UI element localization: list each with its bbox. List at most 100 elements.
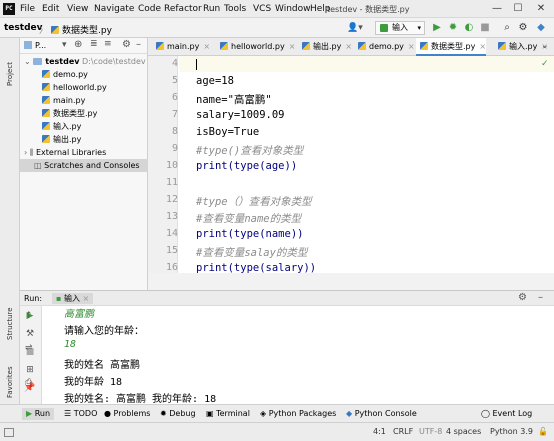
- tab-demo[interactable]: demo.py ×: [354, 38, 415, 56]
- tab-main[interactable]: main.py ×: [152, 38, 210, 56]
- hide-icon[interactable]: –: [136, 39, 141, 50]
- close-icon[interactable]: ×: [345, 42, 352, 51]
- tree-scratches-label: Scratches and Consoles: [44, 161, 140, 170]
- scroll-up-icon[interactable]: ↑: [25, 311, 33, 321]
- tool-tab-event-log[interactable]: ◯ Event Log: [481, 408, 532, 420]
- close-icon[interactable]: ×: [408, 42, 415, 51]
- console-output[interactable]: 高富鹏 请输入您的年龄： 18 我的姓名 高富鹏 我的年龄 18 我的姓名: 高…: [42, 306, 554, 404]
- menu-window[interactable]: Window: [275, 4, 311, 14]
- chevron-down-icon[interactable]: ▾: [62, 40, 67, 50]
- tool-tab-debug[interactable]: ✹ Debug: [160, 408, 196, 420]
- file-encoding[interactable]: UTF-8: [419, 427, 442, 436]
- structure-tool-tab[interactable]: Structure: [6, 307, 14, 340]
- run-config-tab[interactable]: ▪ 输入 ×: [52, 293, 94, 304]
- menu-navigate[interactable]: Navigate: [94, 4, 134, 14]
- run-config-icon: [380, 24, 388, 32]
- expand-all-icon[interactable]: ≣: [90, 39, 98, 49]
- jetbrains-icon[interactable]: ◆: [534, 21, 548, 35]
- menu-tools[interactable]: Tools: [224, 4, 246, 14]
- tree-file[interactable]: demo.py: [20, 68, 148, 81]
- breadcrumb-file[interactable]: 数据类型.py: [51, 23, 112, 36]
- menu-run[interactable]: Run: [203, 4, 220, 14]
- caret-position[interactable]: 4:1: [373, 427, 386, 436]
- user-icon[interactable]: 👤▾: [347, 23, 363, 33]
- print-icon[interactable]: ⎙: [25, 378, 32, 388]
- tab-input[interactable]: 输入.py ×: [494, 38, 548, 56]
- pycharm-logo-icon: PC: [3, 3, 15, 15]
- tool-tab-todo[interactable]: ☰ TODO: [64, 408, 97, 420]
- maximize-button[interactable]: ☐: [510, 2, 526, 16]
- project-view-select[interactable]: P...: [35, 41, 46, 50]
- console-line: 我的年龄 18: [64, 377, 123, 388]
- wrench-icon[interactable]: ⚒: [24, 328, 36, 340]
- layout-icon[interactable]: ⊞: [24, 364, 36, 376]
- close-icon[interactable]: ×: [203, 42, 210, 51]
- search-icon[interactable]: ⌕: [500, 21, 514, 35]
- tab-output[interactable]: 输出.py ×: [298, 38, 352, 56]
- tree-file[interactable]: 输入.py: [20, 120, 148, 133]
- line-number: 5: [171, 75, 178, 86]
- menu-view[interactable]: View: [67, 4, 88, 14]
- tree-file[interactable]: helloworld.py: [20, 81, 148, 94]
- tool-tab-python-console[interactable]: ◆ Python Console: [346, 408, 417, 420]
- tree-file-label: 输入.py: [53, 122, 82, 131]
- stop-icon[interactable]: ■: [478, 21, 492, 35]
- python-interpreter[interactable]: Python 3.9: [490, 427, 533, 436]
- tab-datatypes[interactable]: 数据类型.py ×: [416, 38, 487, 56]
- lock-icon[interactable]: 🔓: [538, 427, 548, 436]
- tab-label: 输入.py: [509, 42, 538, 51]
- toggle-tool-windows-icon[interactable]: [4, 428, 14, 437]
- run-config-select[interactable]: 输入 ▾: [375, 21, 425, 35]
- tabs-dropdown-icon[interactable]: ⌄: [541, 41, 549, 51]
- tree-project-root[interactable]: ⌄ testdev D:\code\testdev: [20, 55, 148, 68]
- soft-wrap-icon[interactable]: ⇌: [25, 343, 33, 353]
- tab-helloworld[interactable]: helloworld.py ×: [216, 38, 295, 56]
- gear-icon[interactable]: ⚙: [122, 39, 131, 50]
- run-icon[interactable]: ▶: [430, 21, 444, 35]
- code-editor[interactable]: ✓ 4 5 6 7 8 9 10 11 12 13 14 15 16 age=1…: [148, 56, 554, 273]
- close-button[interactable]: ✕: [533, 2, 549, 16]
- line-number: 9: [171, 143, 178, 154]
- settings-icon[interactable]: ⚙: [516, 21, 530, 35]
- indent-setting[interactable]: 4 spaces: [446, 427, 481, 436]
- menu-edit[interactable]: Edit: [42, 4, 59, 14]
- tree-file-label: main.py: [53, 96, 86, 105]
- python-file-icon: [51, 26, 59, 34]
- tree-file[interactable]: 输出.py: [20, 133, 148, 146]
- line-number: 15: [165, 245, 178, 256]
- hide-icon[interactable]: –: [538, 292, 543, 303]
- inspection-ok-icon[interactable]: ✓: [541, 59, 549, 69]
- tree-file[interactable]: main.py: [20, 94, 148, 107]
- menu-code[interactable]: Code: [138, 4, 161, 14]
- line-number: 13: [165, 211, 178, 222]
- tool-tab-problems[interactable]: ● Problems: [104, 408, 150, 420]
- line-separator[interactable]: CRLF: [393, 427, 413, 436]
- menu-file[interactable]: File: [20, 4, 35, 14]
- menu-vcs[interactable]: VCS: [253, 4, 271, 14]
- tree-file[interactable]: 数据类型.py: [20, 107, 148, 120]
- favorites-tool-tab[interactable]: Favorites: [6, 366, 14, 398]
- tree-scratches[interactable]: ◫ Scratches and Consoles: [20, 159, 148, 172]
- chevron-right-icon: ›: [24, 148, 28, 157]
- debug-icon[interactable]: ✹: [446, 21, 460, 35]
- tool-tab-run[interactable]: ▶ Run: [22, 408, 55, 420]
- close-icon[interactable]: ×: [83, 294, 90, 303]
- gear-icon[interactable]: ⚙: [518, 292, 527, 303]
- project-panel-header: P... ▾ ⊕ ≣ ≡ ⚙ –: [20, 38, 148, 54]
- tree-external-libraries[interactable]: › ⫼ External Libraries: [20, 146, 148, 159]
- project-tool-tab[interactable]: Project: [6, 62, 14, 86]
- left-tool-strip: Project Structure Favorites: [0, 38, 20, 404]
- tool-tab-terminal[interactable]: ▣ Terminal: [206, 408, 250, 420]
- collapse-all-icon[interactable]: ≡: [104, 39, 112, 49]
- breadcrumb-project[interactable]: testdev: [4, 23, 42, 33]
- minimize-button[interactable]: —: [489, 2, 505, 16]
- menu-refactor[interactable]: Refactor: [164, 4, 202, 14]
- locate-icon[interactable]: ⊕: [74, 39, 82, 50]
- python-file-icon: [220, 42, 228, 50]
- python-file-icon: [42, 135, 50, 143]
- close-icon[interactable]: ×: [289, 42, 296, 51]
- coverage-icon[interactable]: ◐: [462, 21, 476, 35]
- tool-tab-python-packages[interactable]: ◈ Python Packages: [260, 408, 336, 420]
- line-number: 7: [171, 109, 178, 120]
- close-icon[interactable]: ×: [479, 42, 486, 51]
